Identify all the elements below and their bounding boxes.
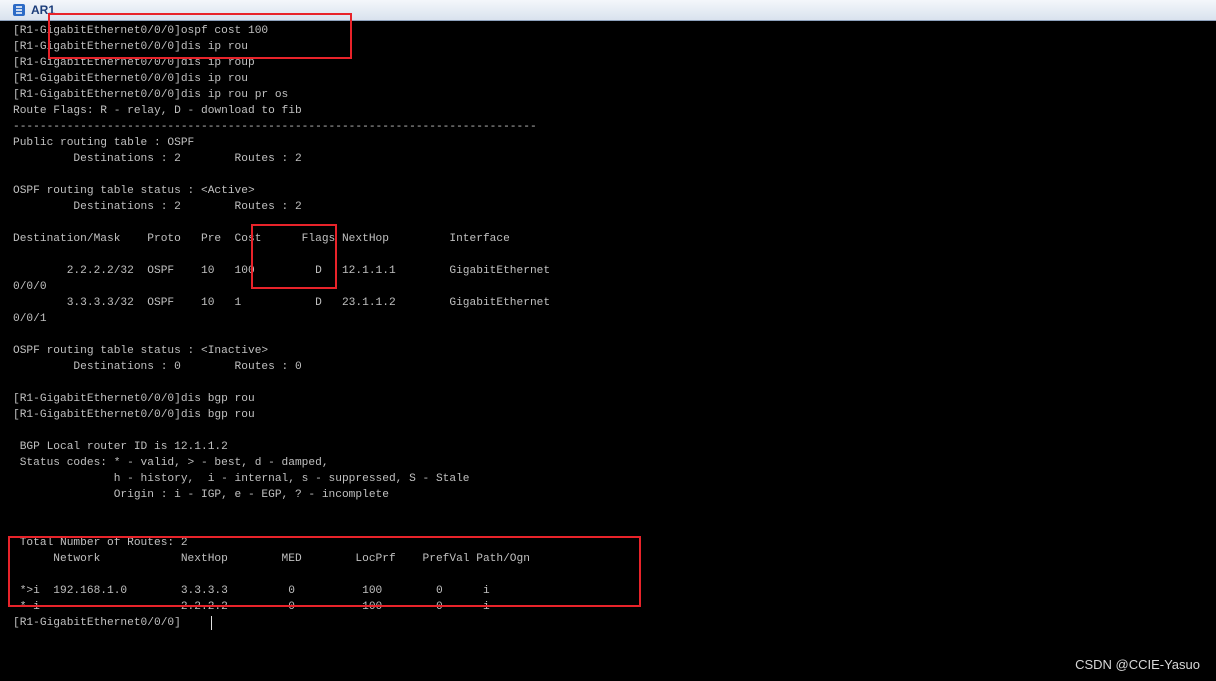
terminal-window: AR1 [R1-GigabitEthernet0/0/0]ospf cost 1… (0, 0, 1216, 681)
terminal-line: [R1-GigabitEthernet0/0/0]dis ip rou (13, 73, 248, 85)
terminal-line: OSPF routing table status : <Active> (13, 185, 255, 197)
terminal-line: h - history, i - internal, s - suppresse… (13, 473, 470, 485)
highlight-box-bgp-routes (8, 536, 641, 607)
terminal-line: Public routing table : OSPF (13, 137, 195, 149)
terminal-line: 3.3.3.3/32 OSPF 10 1 D 23.1.1.2 GigabitE… (13, 297, 551, 309)
terminal-line: Status codes: * - valid, > - best, d - d… (13, 457, 329, 469)
terminal-line: BGP Local router ID is 12.1.1.2 (13, 441, 228, 453)
terminal-line: Destinations : 2 Routes : 2 (13, 201, 302, 213)
terminal-line: [R1-GigabitEthernet0/0/0]dis bgp rou (13, 393, 255, 405)
terminal-line: 0/0/0 (13, 281, 47, 293)
terminal-line: Route Flags: R - relay, D - download to … (13, 105, 302, 117)
router-app-icon (13, 4, 25, 16)
terminal-line: Destinations : 0 Routes : 0 (13, 361, 302, 373)
terminal-line: [R1-GigabitEthernet0/0/0]dis bgp rou (13, 409, 255, 421)
highlight-box-ospf-cost-command (48, 13, 352, 59)
csdn-watermark: CSDN @CCIE-Yasuo (1075, 657, 1200, 672)
highlight-box-cost-column (251, 224, 337, 289)
terminal-line: OSPF routing table status : <Inactive> (13, 345, 269, 357)
terminal-line: 0/0/1 (13, 313, 47, 325)
text-cursor (211, 616, 212, 630)
terminal-line: ----------------------------------------… (13, 121, 537, 133)
terminal-line: Origin : i - IGP, e - EGP, ? - incomplet… (13, 489, 389, 501)
terminal-line: Destinations : 2 Routes : 2 (13, 153, 302, 165)
terminal-line: [R1-GigabitEthernet0/0/0] (13, 617, 181, 629)
terminal-line: [R1-GigabitEthernet0/0/0]dis ip rou pr o… (13, 89, 289, 101)
